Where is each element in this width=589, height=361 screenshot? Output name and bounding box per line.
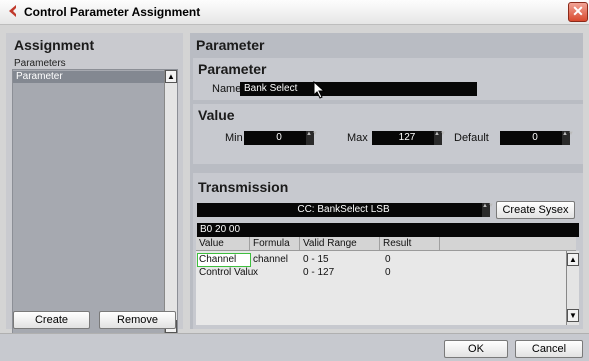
value-section-title: Value [198,107,235,123]
spin-arrows-icon[interactable]: ▲▼ [434,131,446,145]
midi-message-select[interactable]: CC: BankSelect LSB ▲▼ [197,203,494,217]
transmission-section-title: Transmission [198,179,289,195]
min-value: 0 [276,132,282,143]
table-scroll-up-button[interactable]: ▲ [567,253,579,266]
list-item[interactable]: Parameter [13,71,169,83]
midi-message-value: CC: BankSelect LSB [297,204,390,215]
max-value: 127 [398,132,416,143]
table-cell[interactable]: Control Valu [199,267,253,279]
parameter-panel-heading: Parameter [196,37,265,53]
default-label: Default [454,132,489,144]
parameter-panel: Parameter Parameter Name Bank Select Val… [190,33,583,329]
parameter-section: Parameter Name Bank Select [193,58,583,100]
value-section: Value Min 0 ▲▼ Max 127 ▲▼ Default 0 ▲▼ [193,104,583,164]
sysex-hex-value: B0 20 00 [200,224,241,235]
sysex-hex-field[interactable]: B0 20 00 [197,223,579,237]
create-sysex-button[interactable]: Create Sysex [496,201,575,219]
ok-button[interactable]: OK [444,340,508,358]
default-field[interactable]: 0 ▲▼ [500,131,574,145]
table-cell[interactable]: Channel [199,254,236,266]
assignment-panel: Assignment Parameters Parameter ▲ ▼ [6,33,183,334]
parameters-list-caption: Parameters [14,58,66,69]
dialog-footer: OK Cancel [0,333,589,361]
cancel-button[interactable]: Cancel [515,340,583,358]
chevron-down-icon: ▼ [569,311,577,320]
create-button[interactable]: Create [13,311,90,329]
column-header-result[interactable]: Result [380,237,440,250]
table-scroll-down-button[interactable]: ▼ [567,309,579,322]
default-value: 0 [532,132,538,143]
table-cell[interactable]: x [253,267,258,279]
table-cell[interactable]: 0 - 15 [303,254,329,266]
title-bar[interactable]: Control Parameter Assignment ✕ [0,0,589,25]
max-label: Max [347,132,368,144]
parameter-section-title: Parameter [198,61,267,77]
table-cell[interactable]: 0 - 127 [303,267,334,279]
column-header-value[interactable]: Value [196,237,250,250]
spin-arrows-icon[interactable]: ▲▼ [306,131,318,145]
name-field[interactable]: Bank Select [240,82,477,96]
dropdown-arrows-icon[interactable]: ▲▼ [482,203,494,217]
close-button[interactable]: ✕ [568,2,588,22]
window-title: Control Parameter Assignment [24,5,201,19]
formula-table: Channel channel 0 - 15 0 Control Valu x … [196,251,566,325]
assignment-heading: Assignment [14,37,95,53]
table-cell[interactable]: 0 [385,254,391,266]
name-value: Bank Select [244,83,298,94]
dialog-window: Control Parameter Assignment ✕ Assignmen… [0,0,589,361]
close-icon: ✕ [572,3,584,19]
list-scrollbar[interactable]: ▲ ▼ [164,70,177,333]
chevron-up-icon: ▲ [569,255,577,264]
formula-table-header: Value Formula Valid Range Result [196,237,576,251]
column-header-formula[interactable]: Formula [250,237,300,250]
chevron-up-icon: ▲ [167,72,175,81]
max-field[interactable]: 127 ▲▼ [372,131,446,145]
name-label: Name [212,83,242,95]
table-scrollbar[interactable]: ▲ ▼ [566,251,579,325]
column-header-valid-range[interactable]: Valid Range [300,237,380,250]
table-cell[interactable]: 0 [385,267,391,279]
scroll-up-button[interactable]: ▲ [165,70,177,83]
remove-button[interactable]: Remove [99,311,176,329]
table-cell[interactable]: channel [253,254,288,266]
app-logo-icon [9,5,16,17]
spin-arrows-icon[interactable]: ▲▼ [562,131,574,145]
min-label: Min [225,132,243,144]
min-field[interactable]: 0 ▲▼ [244,131,318,145]
mouse-cursor-icon [313,81,326,99]
parameters-list[interactable]: Parameter ▲ ▼ [12,69,178,334]
